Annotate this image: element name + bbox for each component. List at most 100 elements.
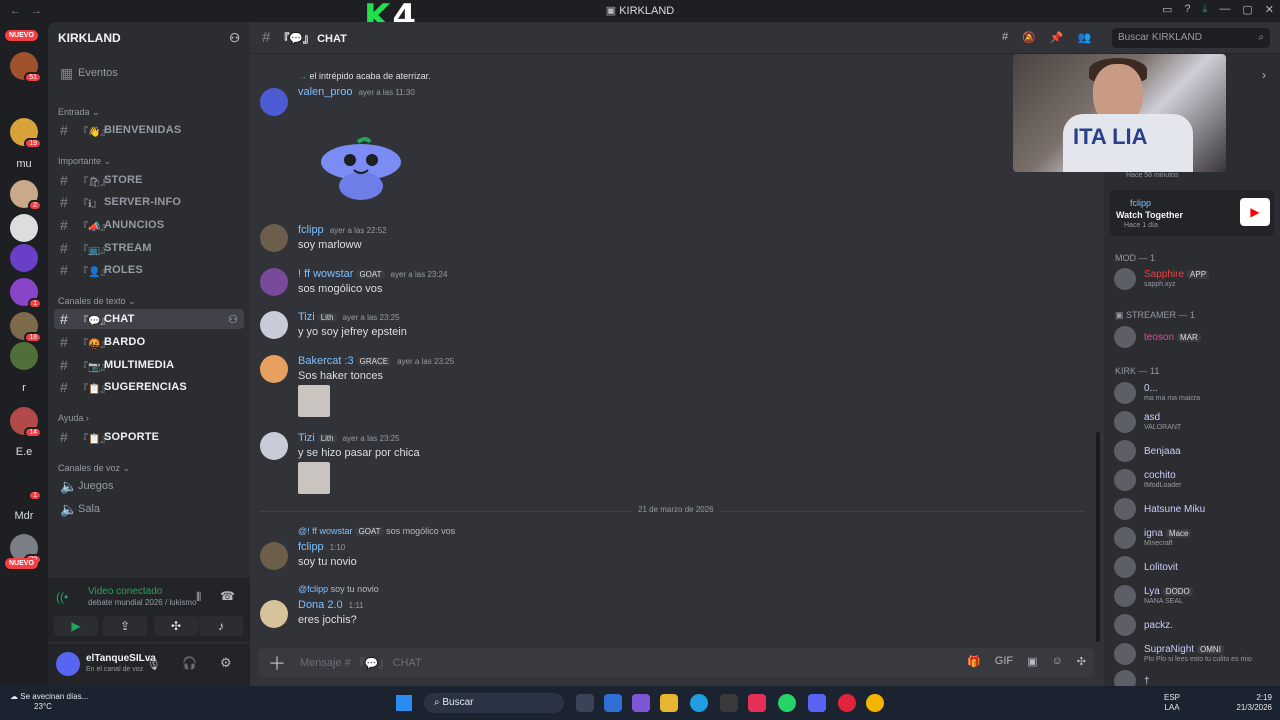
add-member-icon[interactable]: ⚇ [229, 31, 240, 45]
guild-header[interactable]: KIRKLAND ⚇ [48, 22, 250, 54]
member-item[interactable]: igna Mace Minecraft [1114, 525, 1274, 553]
app-icon[interactable] [720, 694, 738, 712]
reply-preview[interactable]: @fclipp soy tu novio [298, 584, 379, 594]
server-icon[interactable]: Mdr [10, 502, 38, 530]
invite-icon[interactable]: ⚇ [228, 313, 238, 326]
server-icon[interactable]: 1 [10, 278, 42, 309]
opera-icon[interactable] [838, 694, 856, 712]
microphone-icon[interactable]: 🎙 [146, 657, 161, 671]
channel-server-info[interactable]: # 『ℹ』 SERVER-INFO [54, 192, 244, 212]
channel-stream[interactable]: # 『📺』 STREAM [54, 238, 244, 258]
search-input[interactable]: Buscar KIRKLAND ⌕ [1112, 28, 1270, 48]
channel-roles[interactable]: # 『👤』 ROLES [54, 260, 244, 280]
language-indicator[interactable]: ESP LAA [1164, 693, 1180, 713]
category-entrada[interactable]: Entrada ⌄ [58, 107, 100, 118]
avatar[interactable] [260, 268, 288, 296]
whatsapp-icon[interactable] [778, 694, 796, 712]
channel-soporte[interactable]: # 『📋』 SOPORTE [54, 427, 244, 447]
member-item[interactable]: asd VALORANT [1114, 409, 1274, 437]
image-attachment[interactable] [298, 462, 330, 494]
reply-preview[interactable]: @! ff wowstar GOAT sos mogólico vos [298, 526, 455, 536]
member-item[interactable]: Benjaaa [1114, 438, 1274, 466]
server-icon[interactable] [10, 214, 38, 242]
server-icon[interactable]: r [10, 374, 38, 402]
server-icon[interactable]: 1 [10, 470, 42, 501]
avatar[interactable] [260, 542, 288, 570]
maximize-button[interactable]: ▢ [1242, 3, 1252, 16]
server-icon[interactable]: 14 [10, 407, 42, 438]
avatar[interactable] [260, 600, 288, 628]
chrome-icon[interactable] [866, 694, 884, 712]
file-explorer-icon[interactable] [660, 694, 678, 712]
avatar[interactable] [56, 652, 80, 676]
member-item[interactable]: 0... ma ma ma maicra [1114, 380, 1274, 408]
avatar[interactable] [260, 88, 288, 116]
gif-icon[interactable]: GIF [995, 655, 1013, 668]
scrollbar[interactable] [1096, 432, 1100, 642]
category-voz[interactable]: Canales de voz ⌄ [58, 463, 130, 474]
camera-button[interactable]: ▶ [54, 616, 98, 636]
message-author[interactable]: Dona 2.0 1:11 [298, 599, 364, 611]
start-button[interactable] [396, 695, 412, 711]
category-ayuda[interactable]: Ayuda › [58, 413, 89, 423]
server-icon[interactable]: 19 [10, 118, 42, 149]
gift-icon[interactable]: 🎁 [967, 655, 981, 668]
member-item[interactable]: Lya DODO NANA SEAL [1114, 583, 1274, 611]
disconnect-icon[interactable]: ☎ [220, 589, 235, 603]
member-item[interactable]: teoson MAR [1114, 324, 1274, 352]
channel-multimedia[interactable]: # 『📷』 MULTIMEDIA [54, 355, 244, 375]
emoji-icon[interactable]: ☺ [1052, 655, 1063, 668]
member-item[interactable]: packz. [1114, 612, 1274, 640]
activity-card[interactable]: fclipp Watch Together Hace 1 día ▶ [1110, 190, 1274, 236]
minimize-button[interactable]: — [1219, 3, 1230, 16]
member-item[interactable]: cochito tModLoader [1114, 467, 1274, 495]
channel-bienvenidas[interactable]: # 『👋』 BIENVENIDAS [54, 120, 244, 140]
avatar[interactable] [260, 355, 288, 383]
server-icon[interactable] [10, 342, 38, 370]
server-icon[interactable] [10, 244, 38, 272]
member-item[interactable]: Hatsune Miku [1114, 496, 1274, 524]
avatar[interactable] [260, 432, 288, 460]
settings-icon[interactable]: ⚙ [220, 655, 232, 671]
message-author[interactable]: fclipp 1:10 [298, 541, 345, 553]
discord-icon[interactable] [808, 694, 826, 712]
voice-channel-sala[interactable]: 🔈 Sala [54, 499, 244, 519]
activities-button[interactable]: ✣ [154, 616, 198, 636]
store-icon[interactable] [604, 694, 622, 712]
apps-icon[interactable]: ✣ [1077, 655, 1086, 668]
screen-share-button[interactable]: ⇪ [103, 616, 147, 636]
channel-anuncios[interactable]: # 『📣』 ANUNCIOS [54, 215, 244, 235]
copilot-icon[interactable] [632, 694, 650, 712]
help-icon[interactable]: ? [1184, 3, 1190, 16]
events-item[interactable]: ▦ Eventos [54, 63, 244, 83]
message-author[interactable]: Bakercat :3 GRACE ayer a las 23:25 [298, 355, 454, 367]
member-item[interactable]: Sapphire APP sapph.xyz [1114, 266, 1274, 294]
message-author[interactable]: valen_proo ayer a las 11:30 [298, 86, 415, 98]
clock[interactable]: 2:19 21/3/2026 [1236, 693, 1272, 713]
soundboard-button[interactable]: ♪ [199, 616, 243, 636]
channel-bardo[interactable]: # 『🤬』 BARDO [54, 332, 244, 352]
task-view-icon[interactable] [576, 694, 594, 712]
image-attachment[interactable] [298, 385, 330, 417]
threads-icon[interactable]: # [1002, 31, 1008, 44]
server-icon[interactable]: 18 [10, 312, 42, 343]
noise-suppression-icon[interactable]: ⦀ [196, 590, 201, 605]
weather-widget[interactable]: ☁ Se avecinan días... 23°C [10, 692, 88, 712]
sticker-icon[interactable]: ▣ [1027, 655, 1037, 668]
taskbar-search[interactable]: ⌕ Buscar [424, 693, 564, 713]
tiktok-icon[interactable] [748, 694, 766, 712]
members-icon[interactable]: 👥 [1078, 31, 1092, 44]
close-button[interactable]: ✕ [1265, 3, 1274, 16]
category-texto[interactable]: Canales de texto ⌄ [58, 296, 136, 307]
message-input[interactable]: ＋ Mensaje # 『💬』 CHAT 🎁 GIF ▣ ☺ ✣ [258, 648, 1094, 678]
message-author[interactable]: fclipp ayer a las 22:52 [298, 224, 387, 236]
attach-icon[interactable]: ＋ [268, 650, 286, 676]
download-icon[interactable]: ⤓ [1203, 3, 1208, 16]
voice-channel-juegos[interactable]: 🔈 Juegos [54, 476, 244, 496]
notifications-icon[interactable]: 🔕 [1022, 31, 1036, 44]
chevron-right-icon[interactable]: › [1262, 68, 1266, 82]
avatar[interactable] [260, 311, 288, 339]
member-item[interactable]: Lolitovit [1114, 554, 1274, 582]
message-author[interactable]: ! ff wowstar GOAT ayer a las 23:24 [298, 268, 447, 280]
server-icon[interactable]: E.e [10, 438, 38, 466]
